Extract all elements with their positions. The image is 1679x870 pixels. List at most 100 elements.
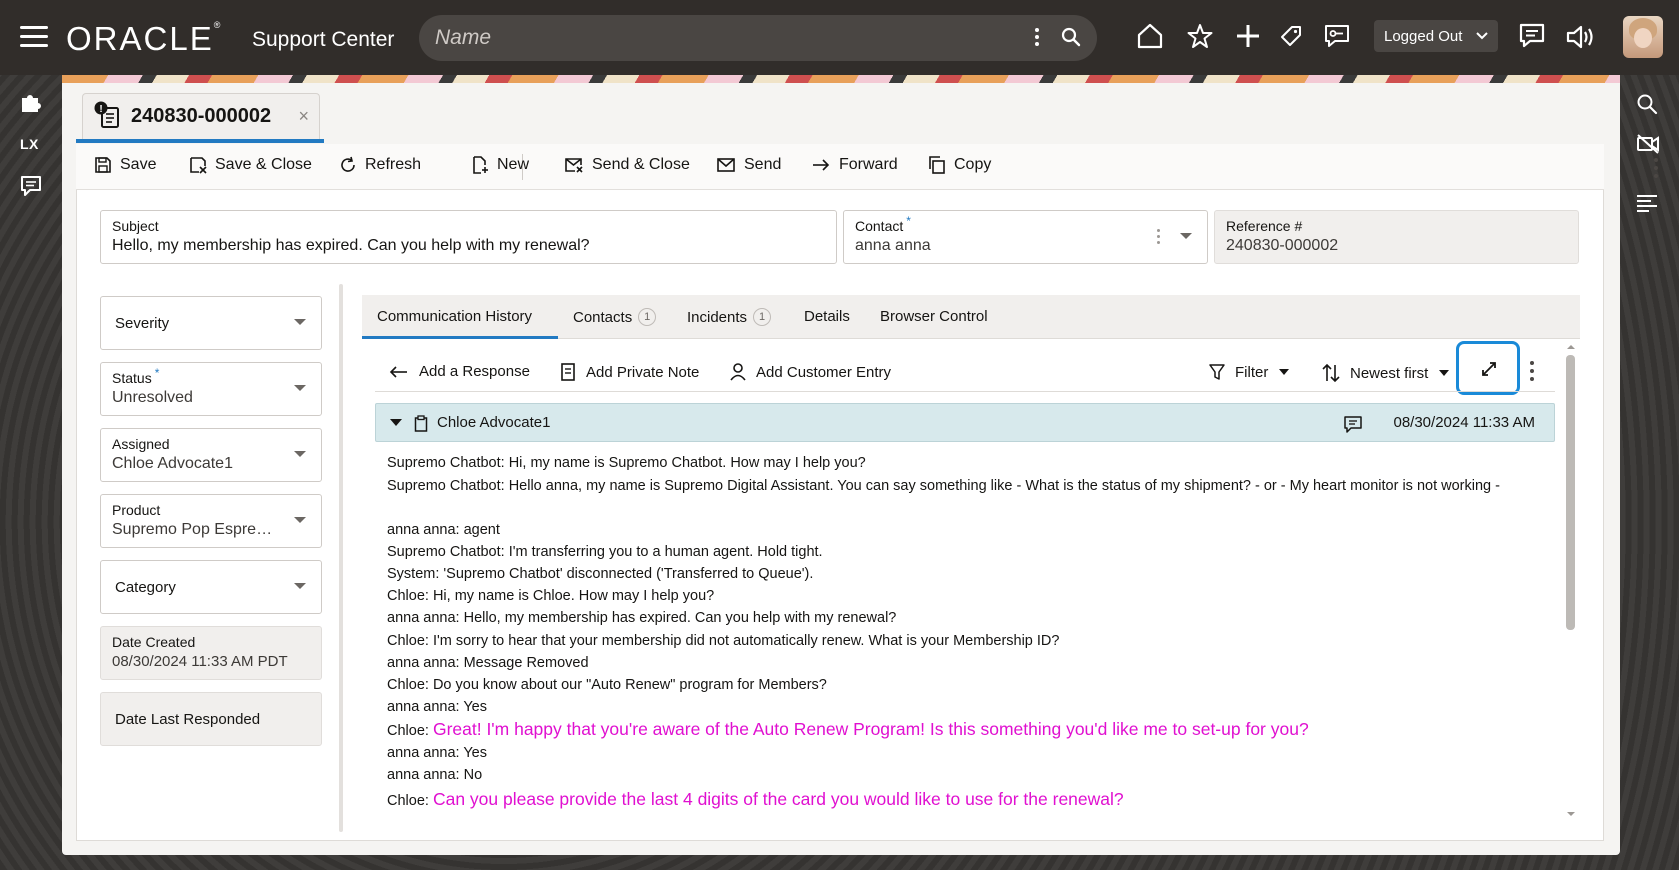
home-icon[interactable] [1136, 22, 1164, 55]
search-icon[interactable] [1061, 27, 1081, 52]
severity-select[interactable]: Severity [100, 296, 322, 350]
filter-button[interactable]: Filter [1209, 363, 1290, 381]
transcript-line: anna anna: Message Removed [387, 655, 589, 671]
save-button[interactable]: Save [94, 156, 156, 174]
subject-field[interactable]: Subject Hello, my membership has expired… [100, 210, 837, 264]
new-button[interactable]: New [471, 156, 529, 174]
presence-status-label: Logged Out [1384, 27, 1463, 45]
copy-label: Copy [954, 156, 992, 173]
date-last-responded-label: Date Last Responded [115, 711, 261, 728]
contact-options-icon[interactable] [1157, 229, 1161, 244]
close-tab-icon[interactable]: × [298, 106, 309, 127]
scroll-down-icon[interactable] [1567, 812, 1575, 816]
severity-label: Severity [115, 315, 170, 332]
note-icon [561, 363, 575, 381]
oracle-logo: ORACLE® [66, 20, 223, 57]
reference-value: 240830-000002 [1226, 237, 1339, 254]
expand-arrows-icon [1482, 362, 1496, 376]
search-input[interactable] [435, 26, 1015, 50]
tab-incidents[interactable]: Incidents 1 [687, 308, 772, 326]
refresh-button[interactable]: Refresh [339, 156, 421, 174]
decorative-banner [62, 75, 1620, 83]
tab-browser-control[interactable]: Browser Control [880, 308, 988, 325]
send-close-button[interactable]: Send & Close [564, 156, 690, 174]
chevron-down-icon [294, 451, 306, 457]
chat-transcript-icon [1344, 416, 1362, 433]
record-tab-title: 240830-000002 [131, 105, 272, 127]
sort-order-button[interactable]: Newest first [1322, 363, 1450, 383]
thread-entry-header[interactable]: Chloe Advocate1 08/30/2024 11:33 AM [375, 403, 1555, 442]
category-select[interactable]: Category [100, 560, 322, 614]
chat-key-icon[interactable] [1323, 23, 1351, 54]
forward-button[interactable]: Forward [811, 156, 898, 174]
presence-status-select[interactable]: Logged Out [1374, 20, 1498, 52]
panel-splitter[interactable] [339, 284, 343, 832]
caret-down-icon [1279, 369, 1290, 375]
side-search-icon[interactable] [1636, 93, 1658, 120]
status-label: Status * [112, 366, 160, 386]
transcript-line: Supremo Chatbot: I'm transferring you to… [387, 544, 823, 560]
filter-icon [1209, 364, 1225, 380]
transcript-line: anna anna: Yes [387, 699, 487, 715]
list-lines-icon[interactable] [1636, 194, 1658, 217]
volume-icon[interactable] [1566, 24, 1596, 55]
tab-contacts[interactable]: Contacts 1 [573, 308, 657, 326]
new-document-icon [473, 156, 488, 174]
chat-bubble-icon[interactable] [20, 175, 42, 202]
chevron-down-icon[interactable] [1180, 233, 1192, 239]
app-name: Support Center [252, 28, 395, 51]
chevron-down-icon [1476, 28, 1488, 45]
puzzle-piece-icon[interactable] [20, 91, 42, 118]
tag-icon[interactable] [1278, 23, 1304, 54]
chevron-down-icon [294, 583, 306, 589]
product-label: Product [112, 502, 161, 518]
tab-communication-history[interactable]: Communication History [377, 308, 532, 325]
caret-down-icon [1439, 370, 1450, 376]
record-tab[interactable]: ! 240830-000002 × [82, 93, 320, 139]
transcript-line: anna anna: Yes [387, 745, 487, 761]
tab-details[interactable]: Details [804, 308, 850, 325]
copy-button[interactable]: Copy [928, 156, 991, 174]
expand-button[interactable] [1456, 341, 1520, 395]
collapse-caret-icon[interactable] [390, 419, 402, 426]
date-last-responded-field: Date Last Responded [100, 692, 322, 746]
date-created-value: 08/30/2024 11:33 AM PDT [112, 653, 288, 670]
more-actions-icon[interactable] [1654, 158, 1658, 182]
scroll-up-icon[interactable] [1567, 345, 1575, 349]
video-off-icon[interactable] [1636, 133, 1660, 160]
lx-extension-icon[interactable]: LX [20, 136, 39, 152]
history-more-icon[interactable] [1530, 361, 1534, 385]
detail-tabs: Communication History Contacts 1 Incident… [362, 295, 1580, 339]
copy-icon [929, 156, 945, 174]
save-close-button[interactable]: Save & Close [189, 156, 312, 174]
sort-label: Newest first [1350, 364, 1429, 382]
user-avatar[interactable] [1623, 16, 1663, 58]
search-options-icon[interactable] [1035, 28, 1039, 49]
create-plus-icon[interactable] [1235, 23, 1261, 54]
add-response-button[interactable]: Add a Response [389, 363, 530, 380]
add-response-label: Add a Response [419, 363, 530, 380]
status-select[interactable]: Status * Unresolved [100, 362, 322, 416]
add-private-note-button[interactable]: Add Private Note [560, 363, 699, 381]
contact-field[interactable]: Contact * anna anna [843, 210, 1208, 264]
add-customer-entry-button[interactable]: Add Customer Entry [730, 363, 891, 381]
scrollbar-thumb[interactable] [1566, 355, 1575, 630]
hamburger-menu-icon[interactable] [20, 26, 48, 48]
subject-label: Subject [112, 218, 159, 234]
favorites-star-icon[interactable] [1187, 23, 1213, 54]
highlighted-message: Great! I'm happy that you're aware of th… [432, 719, 1309, 739]
product-select[interactable]: Product Supremo Pop Espresso [100, 494, 322, 548]
tab-active-indicator [76, 139, 324, 143]
chevron-down-icon [294, 385, 306, 391]
global-search [419, 15, 1097, 61]
reference-field: Reference # 240830-000002 [1214, 210, 1579, 264]
assigned-select[interactable]: Assigned Chloe Advocate1 [100, 428, 322, 482]
add-private-note-label: Add Private Note [586, 363, 700, 381]
save-close-icon [190, 157, 207, 174]
send-button[interactable]: Send [716, 156, 781, 174]
send-close-icon [565, 158, 583, 173]
transcript-line: Chloe: Can you please provide the last 4… [387, 789, 1124, 809]
chat-icon[interactable] [1518, 22, 1546, 55]
svg-text:!: ! [99, 104, 102, 115]
assigned-value: Chloe Advocate1 [112, 455, 233, 472]
